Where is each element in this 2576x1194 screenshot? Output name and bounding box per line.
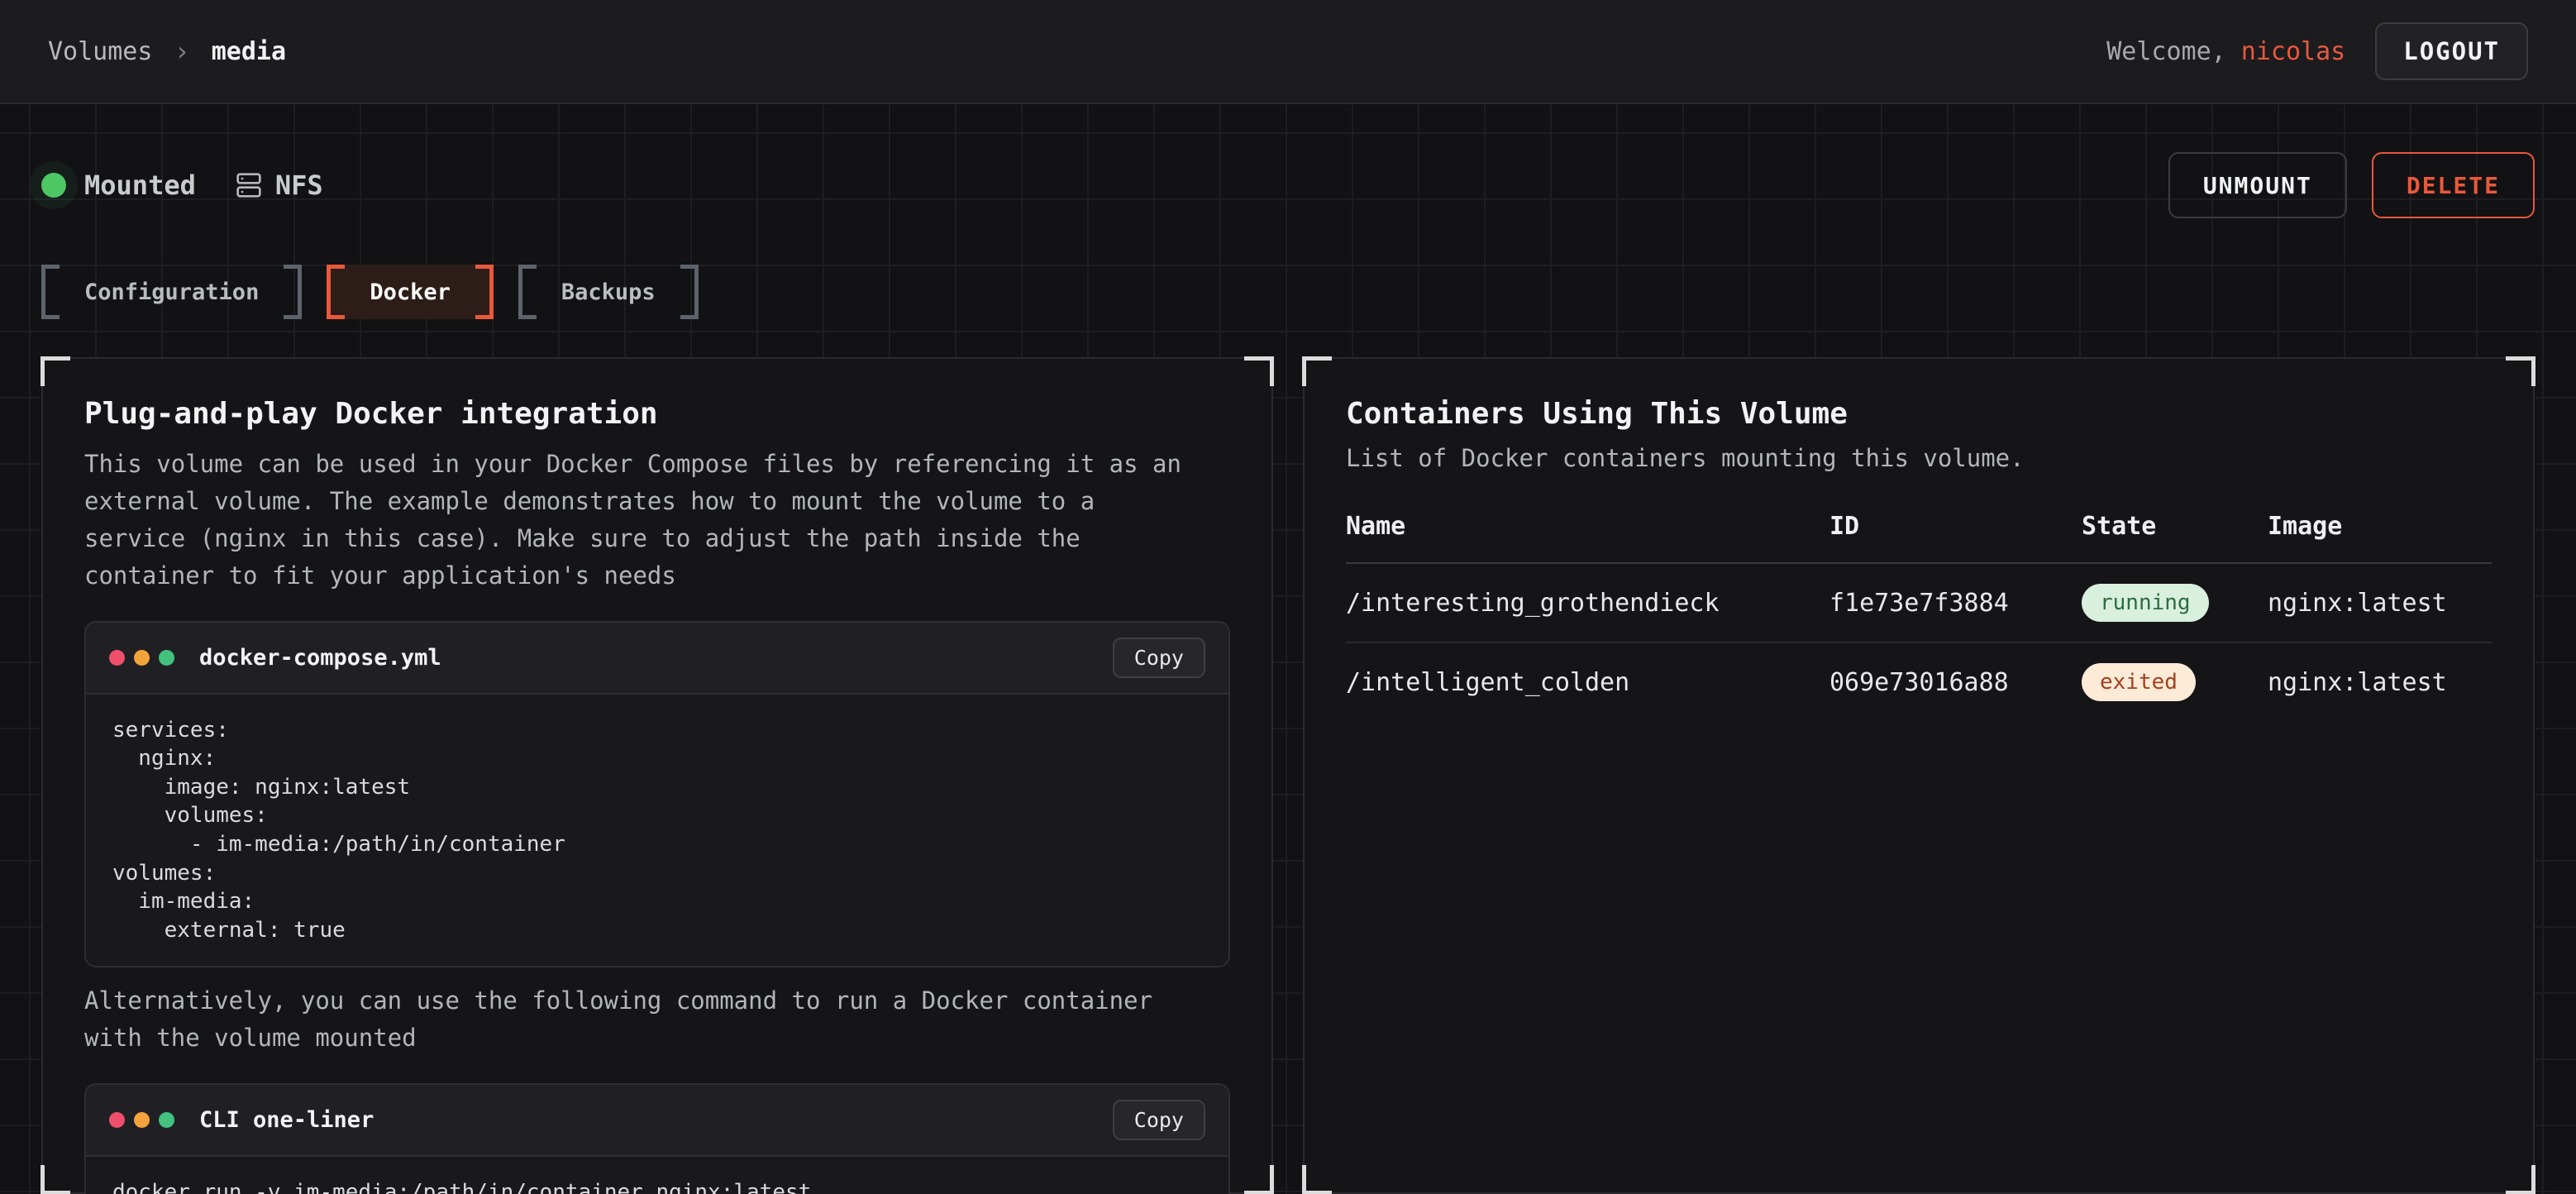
traffic-light-red-icon [109,1112,125,1128]
welcome-prefix: Welcome, [2106,37,2226,66]
volume-status-group: Mounted NFS [41,170,323,201]
compose-code-body: services: nginx: image: nginx:latest vol… [86,693,1228,967]
compose-code-text: services: nginx: image: nginx:latest vol… [112,716,1202,945]
welcome-text: Welcome, nicolas [2106,37,2345,66]
traffic-lights [109,650,174,666]
cli-intro-text: Alternatively, you can use the following… [84,982,1192,1057]
column-header-id: ID [1829,512,2082,541]
traffic-light-red-icon [109,650,125,666]
column-header-state: State [2082,512,2268,541]
compose-code-block: docker-compose.yml Copy services: nginx:… [84,621,1230,968]
breadcrumb-current-volume: media [212,37,286,66]
containers-panel-title: Containers Using This Volume [1346,397,2492,431]
containers-table: Name ID State Image /interesting_grothen… [1346,512,2492,721]
panels: Plug-and-play Docker integration This vo… [41,357,2535,1194]
panel-corner-icon [41,356,70,386]
traffic-lights [109,1112,174,1128]
compose-code-header: docker-compose.yml Copy [86,623,1228,693]
username: nicolas [2241,37,2345,66]
docker-integration-panel: Plug-and-play Docker integration This vo… [41,357,1273,1194]
server-icon [236,172,262,198]
status-badge: running [2082,584,2209,622]
container-name: /interesting_grothendieck [1346,589,1829,618]
table-row: /intelligent_colden 069e73016a88 exited … [1346,642,2492,721]
container-image: nginx:latest [2268,589,2492,618]
traffic-light-amber-icon [134,650,150,666]
traffic-light-amber-icon [134,1112,150,1128]
panel-corner-icon [1244,1165,1274,1194]
containers-panel-subtitle: List of Docker containers mounting this … [1346,444,2492,472]
container-name: /intelligent_colden [1346,668,1829,697]
container-state: exited [2082,663,2268,701]
tab-docker[interactable]: Docker [327,265,494,319]
breadcrumb-volumes-link[interactable]: Volumes [48,37,152,66]
breadcrumb: Volumes › media [48,36,286,67]
cli-code-text: docker run -v im-media:/path/in/containe… [112,1178,1202,1194]
status-badge: exited [2082,663,2196,701]
cli-filename: CLI one-liner [199,1107,374,1133]
cli-code-block: CLI one-liner Copy docker run -v im-medi… [84,1083,1230,1194]
containers-table-header: Name ID State Image [1346,512,2492,564]
traffic-light-green-icon [159,1112,174,1128]
topbar-right: Welcome, nicolas LOGOUT [2106,22,2528,80]
unmount-button[interactable]: UNMOUNT [2168,152,2347,218]
column-header-image: Image [2268,512,2492,541]
toolbar-row: Mounted NFS UNMOUNT DELETE [41,104,2535,218]
container-state: running [2082,584,2268,622]
compose-filename: docker-compose.yml [199,645,441,671]
container-id: f1e73e7f3884 [1829,589,2082,618]
volume-actions: UNMOUNT DELETE [2168,152,2535,218]
driver-label: NFS [275,170,323,201]
top-bar: Volumes › media Welcome, nicolas LOGOUT [0,0,2576,104]
panel-corner-icon [2506,356,2535,386]
panel-corner-icon [1302,1165,1332,1194]
panel-corner-icon [41,1165,70,1194]
panel-corner-icon [2506,1165,2535,1194]
docker-panel-title: Plug-and-play Docker integration [84,397,1230,431]
docker-panel-description: This volume can be used in your Docker C… [84,446,1192,595]
container-id: 069e73016a88 [1829,668,2082,697]
volume-detail-page: Mounted NFS UNMOUNT DELETE Configuration… [0,104,2576,1194]
compose-copy-button[interactable]: Copy [1113,638,1205,678]
column-header-name: Name [1346,512,1829,541]
driver-group: NFS [236,170,323,201]
cli-copy-button[interactable]: Copy [1113,1100,1205,1140]
container-image: nginx:latest [2268,668,2492,697]
panel-corner-icon [1302,356,1332,386]
cli-code-header: CLI one-liner Copy [86,1085,1228,1155]
tabs: Configuration Docker Backups [41,265,2535,319]
containers-panel: Containers Using This Volume List of Doc… [1303,357,2535,1194]
delete-button[interactable]: DELETE [2372,152,2535,218]
panel-corner-icon [1244,356,1274,386]
mounted-status-label: Mounted [84,170,196,201]
tab-configuration[interactable]: Configuration [41,265,302,319]
tab-backups[interactable]: Backups [518,265,699,319]
table-row: /interesting_grothendieck f1e73e7f3884 r… [1346,564,2492,642]
chevron-right-icon: › [174,36,189,67]
mounted-status-dot-icon [41,173,66,198]
logout-button[interactable]: LOGOUT [2375,22,2528,80]
cli-code-body: docker run -v im-media:/path/in/containe… [86,1155,1228,1194]
traffic-light-green-icon [159,650,174,666]
